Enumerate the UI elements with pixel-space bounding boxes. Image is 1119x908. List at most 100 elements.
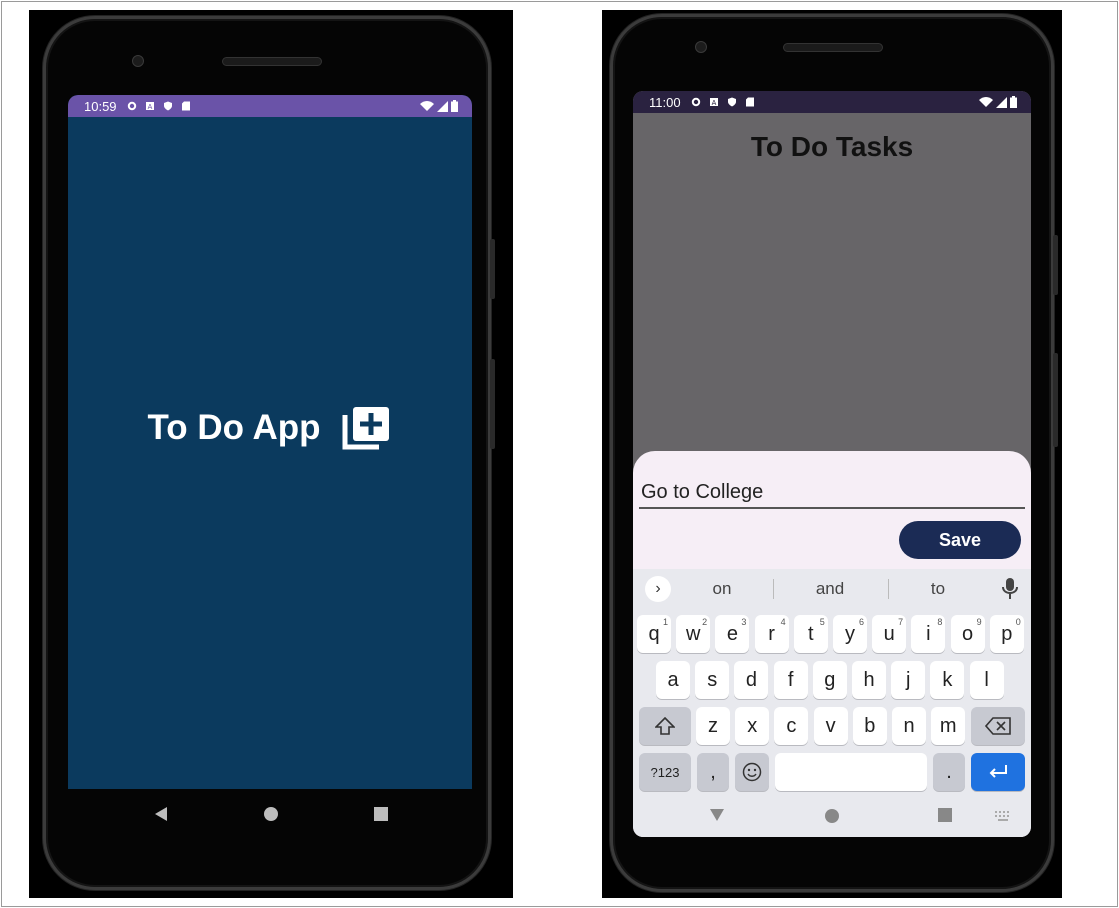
key-number-hint: 9 bbox=[976, 617, 982, 627]
system-nav-bar bbox=[106, 799, 436, 829]
settings-icon bbox=[691, 97, 700, 107]
key-l[interactable]: l bbox=[969, 661, 1004, 699]
recents-square-icon[interactable] bbox=[938, 808, 952, 822]
front-camera bbox=[695, 41, 707, 53]
key-x[interactable]: x bbox=[735, 707, 770, 745]
key-number-hint: 1 bbox=[662, 617, 668, 627]
svg-text:A: A bbox=[711, 100, 716, 107]
key-c[interactable]: c bbox=[774, 707, 809, 745]
microphone-icon[interactable] bbox=[1001, 577, 1019, 601]
app-title: To Do App bbox=[147, 408, 321, 447]
key-p[interactable]: p0 bbox=[989, 615, 1024, 653]
key-n[interactable]: n bbox=[892, 707, 926, 745]
suggestion-divider bbox=[773, 579, 774, 599]
suggestion-1[interactable]: on bbox=[682, 579, 762, 599]
backspace-key[interactable] bbox=[971, 707, 1025, 745]
key-h[interactable]: h bbox=[852, 661, 886, 699]
back-triangle-icon[interactable] bbox=[153, 806, 169, 822]
key-t[interactable]: t5 bbox=[793, 615, 828, 653]
space-key[interactable] bbox=[775, 753, 927, 791]
volume-button[interactable] bbox=[1053, 235, 1058, 295]
chevron-right-icon[interactable]: › bbox=[645, 576, 671, 602]
shift-arrow-icon bbox=[655, 717, 675, 735]
key-label: y bbox=[845, 622, 855, 645]
phone-frame-left: 10:59 A To Do App bbox=[43, 16, 495, 890]
splash-content: To Do App bbox=[68, 405, 472, 451]
key-m[interactable]: m bbox=[931, 707, 966, 745]
key-k[interactable]: k bbox=[930, 661, 965, 699]
accessibility-icon: A bbox=[145, 102, 154, 111]
key-a[interactable]: a bbox=[656, 661, 690, 699]
status-bar: 11:00 A bbox=[633, 91, 1031, 113]
home-circle-icon[interactable] bbox=[263, 806, 279, 822]
key-label: t bbox=[808, 622, 814, 645]
key-number-hint: 6 bbox=[858, 617, 864, 627]
key-e[interactable]: e3 bbox=[715, 615, 750, 653]
recents-square-icon[interactable] bbox=[373, 806, 389, 822]
key-w[interactable]: w2 bbox=[676, 615, 711, 653]
save-button[interactable]: Save bbox=[899, 521, 1021, 559]
key-number-hint: 7 bbox=[898, 617, 904, 627]
key-b[interactable]: b bbox=[852, 707, 887, 745]
key-label: q bbox=[648, 622, 660, 645]
svg-text:A: A bbox=[147, 104, 152, 111]
key-number-hint: 3 bbox=[741, 617, 747, 627]
comma-key[interactable]: , bbox=[697, 753, 729, 791]
phone-frame-right: 11:00 A To Do Tasks Save bbox=[610, 14, 1058, 892]
key-number-hint: 4 bbox=[780, 617, 786, 627]
key-i[interactable]: i8 bbox=[911, 615, 946, 653]
back-down-triangle-icon[interactable] bbox=[709, 808, 725, 822]
suggestion-2[interactable]: and bbox=[790, 579, 870, 599]
key-u[interactable]: u7 bbox=[872, 615, 907, 653]
power-button[interactable] bbox=[490, 359, 495, 449]
enter-key[interactable] bbox=[971, 753, 1025, 791]
signal-icon bbox=[437, 100, 448, 112]
key-f[interactable]: f bbox=[773, 661, 808, 699]
soft-keyboard: › on and to q1w2e3r4t5y6u7i8o9p0 asdfghj… bbox=[633, 569, 1031, 837]
key-v[interactable]: v bbox=[813, 707, 848, 745]
key-number-hint: 2 bbox=[702, 617, 708, 627]
volume-button[interactable] bbox=[490, 239, 495, 299]
tasks-screen: 11:00 A To Do Tasks Save bbox=[633, 91, 1031, 837]
shield-icon bbox=[163, 101, 172, 111]
right-panel: 11:00 A To Do Tasks Save bbox=[602, 10, 1062, 898]
key-label: r bbox=[768, 622, 775, 645]
battery-icon bbox=[1010, 96, 1017, 108]
key-z[interactable]: z bbox=[696, 707, 730, 745]
shift-key[interactable] bbox=[639, 707, 691, 745]
key-q[interactable]: q1 bbox=[637, 615, 671, 653]
key-j[interactable]: j bbox=[891, 661, 926, 699]
system-nav-bar bbox=[633, 801, 1031, 831]
key-label: i bbox=[926, 622, 931, 645]
key-label: e bbox=[726, 622, 738, 645]
power-button[interactable] bbox=[1053, 353, 1058, 447]
signal-icon bbox=[996, 96, 1007, 108]
key-label: o bbox=[962, 622, 974, 645]
earpiece-speaker bbox=[783, 43, 883, 52]
page-title: To Do Tasks bbox=[750, 131, 914, 162]
home-circle-icon[interactable] bbox=[824, 808, 840, 824]
wifi-icon bbox=[420, 100, 434, 111]
key-label: p bbox=[1001, 622, 1013, 645]
symbols-key[interactable]: ?123 bbox=[639, 753, 691, 791]
earpiece-speaker bbox=[222, 57, 322, 66]
keyboard-switch-icon[interactable] bbox=[995, 811, 1011, 821]
status-bar: 10:59 A bbox=[68, 95, 472, 117]
key-g[interactable]: g bbox=[812, 661, 847, 699]
key-s[interactable]: s bbox=[695, 661, 730, 699]
task-input[interactable] bbox=[639, 477, 1025, 509]
backspace-icon bbox=[985, 717, 1011, 735]
splash-screen: 10:59 A To Do App bbox=[68, 95, 472, 789]
key-y[interactable]: y6 bbox=[833, 615, 867, 653]
wifi-icon bbox=[979, 96, 993, 107]
key-number-hint: 8 bbox=[937, 617, 943, 627]
key-o[interactable]: o9 bbox=[950, 615, 985, 653]
key-label: u bbox=[883, 622, 895, 645]
battery-icon bbox=[451, 100, 458, 112]
suggestion-3[interactable]: to bbox=[898, 579, 978, 599]
period-key[interactable]: . bbox=[933, 753, 965, 791]
key-d[interactable]: d bbox=[734, 661, 769, 699]
sd-card-icon bbox=[745, 97, 754, 107]
emoji-key[interactable] bbox=[735, 753, 769, 791]
key-r[interactable]: r4 bbox=[754, 615, 789, 653]
